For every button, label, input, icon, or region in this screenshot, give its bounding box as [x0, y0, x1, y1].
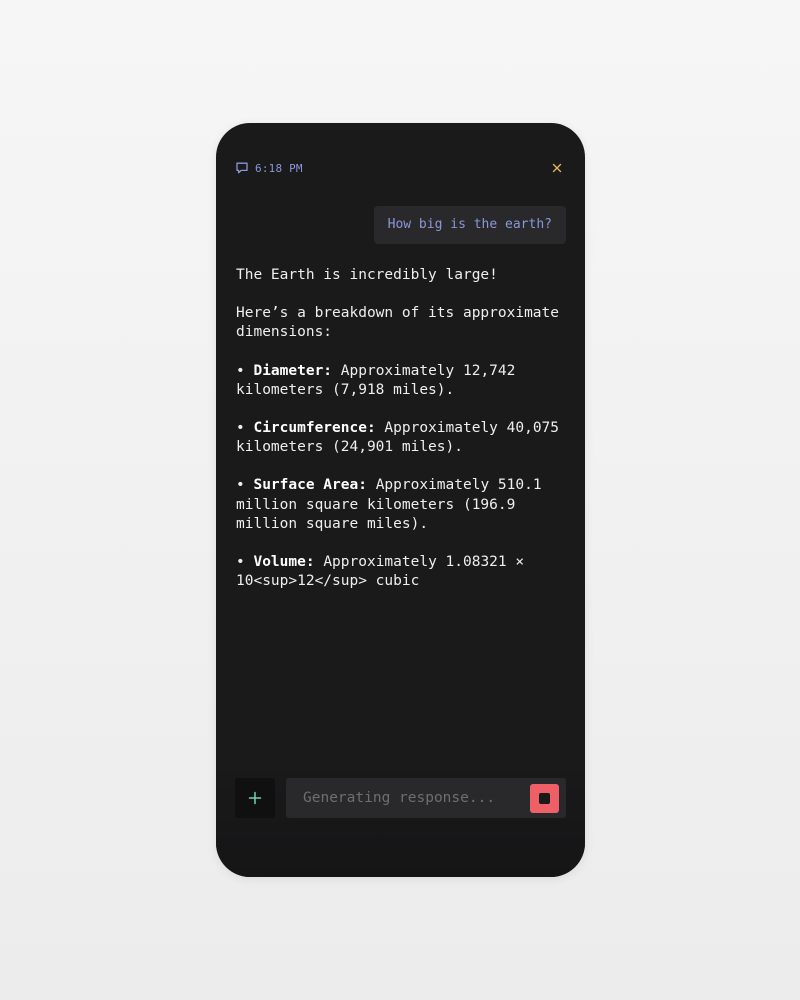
message-input-wrapper: [286, 778, 566, 818]
bullet-label: Surface Area:: [253, 477, 367, 494]
assistant-intro: The Earth is incredibly large!: [236, 267, 498, 283]
close-icon: [552, 163, 562, 173]
bullet-item: • Surface Area: Approximately 510.1 mill…: [236, 477, 542, 532]
bullet-label: Circumference:: [253, 420, 376, 437]
plus-icon: [248, 791, 262, 805]
stop-button[interactable]: [530, 783, 559, 813]
header: 6:18 PM: [235, 159, 566, 177]
composer: [235, 778, 566, 818]
chat-bubble-icon: [235, 161, 249, 175]
chat-window: 6:18 PM How big is the earth? The Earth …: [216, 123, 585, 877]
bullet-item: • Volume: Approximately 1.08321 × 10<sup…: [236, 554, 525, 590]
assistant-message: The Earth is incredibly large! Here’s a …: [236, 266, 566, 610]
bullet-item: • Circumference: Approximately 40,075 ki…: [236, 420, 560, 456]
user-message-bubble: How big is the earth?: [373, 206, 566, 244]
bullet-label: Diameter:: [253, 362, 333, 379]
stop-icon: [539, 792, 550, 804]
header-left: 6:18 PM: [235, 161, 303, 175]
assistant-lead: Here’s a breakdown of its approximate di…: [236, 305, 560, 341]
timestamp: 6:18 PM: [255, 161, 303, 175]
add-button[interactable]: [235, 778, 275, 818]
message-input[interactable]: [301, 789, 530, 807]
close-button[interactable]: [549, 160, 565, 176]
bullet-item: • Diameter: Approximately 12,742 kilomet…: [236, 362, 516, 398]
bullet-label: Volume:: [253, 554, 315, 571]
